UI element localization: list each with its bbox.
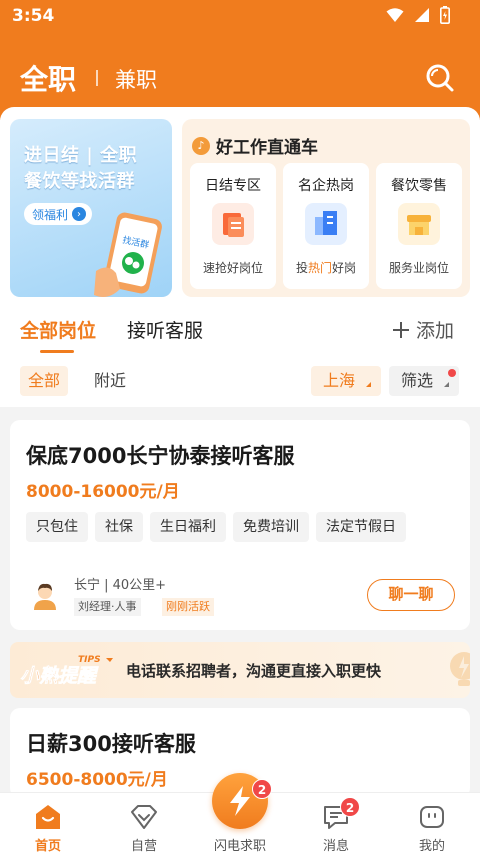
direct-card-title: 名企热岗 (298, 178, 354, 194)
job-salary: 6500-8000元/月 (26, 770, 168, 790)
nav-home[interactable]: 首页 (0, 793, 96, 853)
chip-nearby[interactable]: 附近 (94, 366, 126, 396)
nav-messages[interactable]: 消息 2 (288, 793, 384, 853)
direct-card-sub: 投热门好岗 (283, 259, 369, 276)
job-tags: 只包住 社保 生日福利 免费培训 法定节假日 (26, 512, 406, 542)
job-tag: 法定节假日 (316, 512, 406, 542)
nav-label: 我的 (418, 839, 445, 853)
signal-icon (415, 8, 429, 22)
bulb-icon (450, 652, 470, 686)
search-icon[interactable] (424, 62, 456, 94)
tips-label-en: TIPS (78, 655, 101, 665)
nav-label: 自营 (130, 839, 157, 853)
filter-chip-row: 全部 附近 上海 筛选 (0, 366, 480, 398)
job-category-tabs: 全部岗位 接听客服 添加 (0, 312, 480, 353)
banner-line1: 进日结 | 全职 (24, 145, 138, 166)
nav-label: 消息 (322, 839, 349, 853)
phone-hand-icon: 找活群 (94, 212, 162, 297)
sub-post: 好岗 (332, 261, 357, 275)
direct-card-title: 日结专区 (205, 178, 261, 194)
chip-all[interactable]: 全部 (20, 366, 69, 396)
arrow-right-icon: › (72, 207, 87, 221)
job-tag: 生日福利 (150, 512, 226, 542)
add-tab-button[interactable]: 添加 (392, 316, 454, 343)
tab-all-jobs[interactable]: 全部岗位 (20, 316, 96, 343)
plus-icon (393, 321, 409, 338)
direct-title-text: 好工作直通车 (216, 138, 318, 158)
banner-tag-label: 领福利 (32, 207, 69, 222)
tips-label: 小熟提醒 (20, 665, 99, 687)
city-select[interactable]: 上海 (311, 366, 381, 396)
chat-button[interactable]: 聊一聊 (367, 579, 455, 611)
job-salary: 8000-16000元/月 (26, 482, 180, 502)
filter-button[interactable]: 筛选 (389, 366, 459, 396)
nav-self[interactable]: 自营 (96, 793, 192, 853)
tips-text: 电话联系招聘者，沟通更直接入职更快 (126, 662, 382, 680)
filter-label: 筛选 (401, 371, 434, 390)
job-tag: 免费培训 (233, 512, 309, 542)
status-bar: 3:54 (0, 0, 480, 34)
wifi-icon (386, 8, 404, 22)
direct-card-sub: 服务业岗位 (388, 261, 449, 275)
sub-hot: 热门 (307, 261, 332, 275)
job-title: 保底7000长宁协泰接听客服 (26, 444, 295, 468)
flash-count-badge: 2 (252, 779, 272, 799)
sub-pre: 投 (295, 261, 308, 275)
banner-line2: 餐饮等找活群 (24, 171, 135, 192)
direct-jobs-panel: ♪ 好工作直通车 日结专区 速抢好岗位 名企热岗 投热门好岗 餐饮零售 服务业岗… (182, 119, 470, 297)
direct-card-food[interactable]: 餐饮零售 服务业岗位 (376, 163, 462, 289)
add-tab-label: 添加 (416, 320, 455, 342)
tab-active-underline (40, 350, 74, 353)
job-card[interactable]: 保底7000长宁协泰接听客服 8000-16000元/月 只包住 社保 生日福利… (10, 420, 470, 630)
direct-title: ♪ 好工作直通车 (192, 133, 318, 158)
direct-card-sub: 速抢好岗位 (202, 261, 263, 275)
status-icons (386, 6, 450, 24)
diamond-icon (131, 805, 157, 829)
direct-card-title: 餐饮零售 (391, 178, 447, 194)
city-label: 上海 (323, 371, 356, 390)
header: 3:54 全职 兼职 (0, 0, 480, 120)
recruiter-name: 刘经理·人事 (74, 598, 141, 616)
building-icon (305, 203, 347, 245)
direct-card-daily[interactable]: 日结专区 速抢好岗位 (190, 163, 276, 289)
nav-label: 首页 (34, 839, 61, 853)
tab-parttime[interactable]: 兼职 (115, 64, 157, 94)
lightning-icon (230, 786, 250, 816)
job-title: 日薪300接听客服 (26, 732, 196, 756)
nav-label: 闪电求职 (213, 839, 266, 853)
active-status-badge: 刚刚活跃 (162, 598, 214, 616)
dropdown-triangle-icon (444, 382, 449, 387)
battery-icon (440, 6, 450, 24)
tab-fulltime[interactable]: 全职 (20, 58, 76, 98)
daily-pay-icon (212, 203, 254, 245)
tab-customer-service[interactable]: 接听客服 (127, 316, 203, 343)
job-location: 长宁 | 40公里+ (74, 578, 167, 593)
message-count-badge: 2 (340, 797, 360, 817)
promo-banner[interactable]: 进日结 | 全职 餐饮等找活群 领福利 › 找活群 (10, 119, 172, 297)
filter-dot-badge (448, 369, 456, 377)
top-nav: 全职 兼职 (0, 56, 480, 102)
direct-title-icon: ♪ (192, 136, 210, 155)
dropdown-triangle-icon (366, 382, 371, 387)
banner-benefit-tag[interactable]: 领福利 › (24, 203, 93, 225)
store-icon (398, 203, 440, 245)
job-tag: 只包住 (26, 512, 88, 542)
job-tag: 社保 (95, 512, 143, 542)
profile-icon (420, 806, 444, 828)
recruiter-avatar (30, 580, 60, 610)
nav-mine[interactable]: 我的 (384, 793, 480, 853)
direct-card-famous[interactable]: 名企热岗 投热门好岗 (283, 163, 369, 289)
tips-banner: TIPS 小熟提醒 电话联系招聘者，沟通更直接入职更快 (10, 642, 470, 698)
tab-divider (96, 70, 98, 86)
home-icon (36, 805, 60, 829)
status-time: 3:54 (12, 6, 55, 26)
tips-label-icon: TIPS 小熟提醒 (20, 655, 113, 687)
